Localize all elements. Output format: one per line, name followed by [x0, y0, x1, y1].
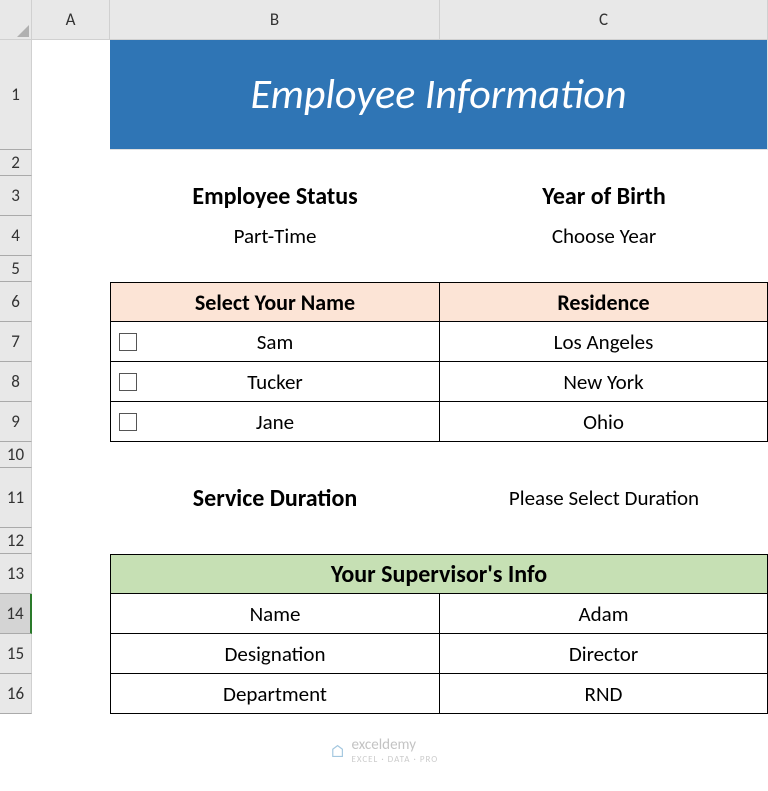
row-header-11[interactable]: 11: [0, 468, 32, 528]
cell-c2[interactable]: [440, 150, 768, 176]
row-header-8[interactable]: 8: [0, 362, 32, 402]
row-header-10[interactable]: 10: [0, 442, 32, 468]
name-label: Tucker: [247, 369, 302, 395]
row-header-13[interactable]: 13: [0, 554, 32, 594]
sup-val-2[interactable]: Director: [440, 634, 768, 674]
cell-a6[interactable]: [32, 282, 110, 322]
cell-a13[interactable]: [32, 554, 110, 594]
row-header-4[interactable]: 4: [0, 216, 32, 256]
service-duration-header[interactable]: Service Duration: [110, 468, 440, 528]
cell-c5[interactable]: [440, 256, 768, 282]
cell-a12[interactable]: [32, 528, 110, 554]
cell-a16[interactable]: [32, 674, 110, 714]
row-header-3[interactable]: 3: [0, 176, 32, 216]
row-header-15[interactable]: 15: [0, 634, 32, 674]
cell-a5[interactable]: [32, 256, 110, 282]
col-header-b[interactable]: B: [110, 0, 440, 40]
cell-a4[interactable]: [32, 216, 110, 256]
employee-status-value[interactable]: Part-Time: [110, 216, 440, 256]
cell-c10[interactable]: [440, 442, 768, 468]
row-header-14[interactable]: 14: [0, 594, 32, 634]
col-header-a[interactable]: A: [32, 0, 110, 40]
residence-row-1[interactable]: Los Angeles: [440, 322, 768, 362]
name-row-2[interactable]: Tucker: [110, 362, 440, 402]
sup-val-1[interactable]: Adam: [440, 594, 768, 634]
year-of-birth-header[interactable]: Year of Birth: [440, 176, 768, 216]
select-name-header[interactable]: Select Your Name: [110, 282, 440, 322]
cell-a10[interactable]: [32, 442, 110, 468]
cell-b5[interactable]: [110, 256, 440, 282]
cell-b12[interactable]: [110, 528, 440, 554]
cell-c12[interactable]: [440, 528, 768, 554]
cell-a7[interactable]: [32, 322, 110, 362]
sup-val-3[interactable]: RND: [440, 674, 768, 714]
row-header-16[interactable]: 16: [0, 674, 32, 714]
residence-header[interactable]: Residence: [440, 282, 768, 322]
watermark-text: exceldemy: [352, 736, 416, 754]
checkbox-icon[interactable]: [119, 333, 137, 351]
watermark-sub: EXCEL · DATA · PRO: [352, 754, 439, 765]
row-header-5[interactable]: 5: [0, 256, 32, 282]
cell-a2[interactable]: [32, 150, 110, 176]
checkbox-icon[interactable]: [119, 413, 137, 431]
supervisor-header[interactable]: Your Supervisor's Info: [110, 554, 768, 594]
residence-row-3[interactable]: Ohio: [440, 402, 768, 442]
name-row-1[interactable]: Sam: [110, 322, 440, 362]
cell-a3[interactable]: [32, 176, 110, 216]
checkbox-icon[interactable]: [119, 373, 137, 391]
row-header-7[interactable]: 7: [0, 322, 32, 362]
year-of-birth-value[interactable]: Choose Year: [440, 216, 768, 256]
row-header-9[interactable]: 9: [0, 402, 32, 442]
name-row-3[interactable]: Jane: [110, 402, 440, 442]
sup-key-2[interactable]: Designation: [110, 634, 440, 674]
title-banner[interactable]: Employee Information: [110, 40, 768, 150]
cell-a8[interactable]: [32, 362, 110, 402]
watermark: ⌂ exceldemy EXCEL · DATA · PRO: [330, 736, 438, 765]
row-header-2[interactable]: 2: [0, 150, 32, 176]
row-header-12[interactable]: 12: [0, 528, 32, 554]
service-duration-value[interactable]: Please Select Duration: [440, 468, 768, 528]
name-label: Jane: [256, 409, 294, 435]
employee-status-header[interactable]: Employee Status: [110, 176, 440, 216]
cell-a1[interactable]: [32, 40, 110, 150]
cell-a9[interactable]: [32, 402, 110, 442]
cell-a11[interactable]: [32, 468, 110, 528]
row-header-1[interactable]: 1: [0, 40, 32, 150]
cell-a14[interactable]: [32, 594, 110, 634]
residence-row-2[interactable]: New York: [440, 362, 768, 402]
spreadsheet-grid: A B C 1 Employee Information 2 3 Employe…: [0, 0, 768, 714]
row-header-6[interactable]: 6: [0, 282, 32, 322]
sup-key-3[interactable]: Department: [110, 674, 440, 714]
cell-a15[interactable]: [32, 634, 110, 674]
select-all-corner[interactable]: [0, 0, 32, 40]
house-icon: ⌂: [330, 740, 346, 762]
cell-b10[interactable]: [110, 442, 440, 468]
name-label: Sam: [257, 329, 293, 355]
col-header-c[interactable]: C: [440, 0, 768, 40]
sup-key-1[interactable]: Name: [110, 594, 440, 634]
cell-b2[interactable]: [110, 150, 440, 176]
